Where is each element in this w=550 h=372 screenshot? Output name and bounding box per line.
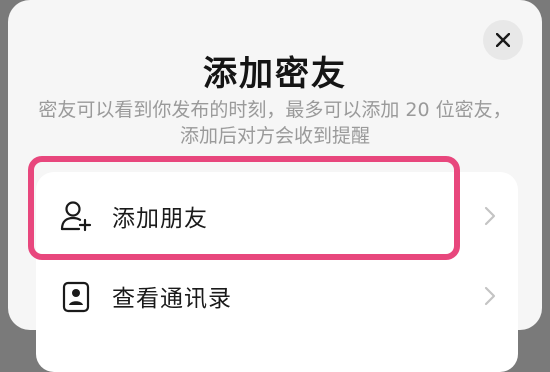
subtitle-line-1: 密友可以看到你发布的时刻，最多可以添加 20 位密友，	[38, 99, 512, 121]
dialog-title: 添加密友	[203, 54, 347, 94]
options-card: 添加朋友 查看通讯录	[36, 172, 518, 372]
add-friend-option[interactable]: 添加朋友	[36, 176, 518, 256]
dialog-subtitle: 密友可以看到你发布的时刻，最多可以添加 20 位密友， 添加后对方会收到提醒	[0, 97, 550, 149]
contacts-icon	[58, 278, 94, 314]
subtitle-line-2: 添加后对方会收到提醒	[179, 125, 370, 147]
close-icon	[496, 33, 510, 47]
chevron-right-icon	[484, 206, 496, 226]
add-friend-label: 添加朋友	[112, 206, 208, 232]
view-contacts-option[interactable]: 查看通讯录	[36, 256, 518, 336]
view-contacts-label: 查看通讯录	[112, 286, 232, 312]
chevron-right-icon	[484, 286, 496, 306]
add-friend-icon	[58, 198, 94, 234]
